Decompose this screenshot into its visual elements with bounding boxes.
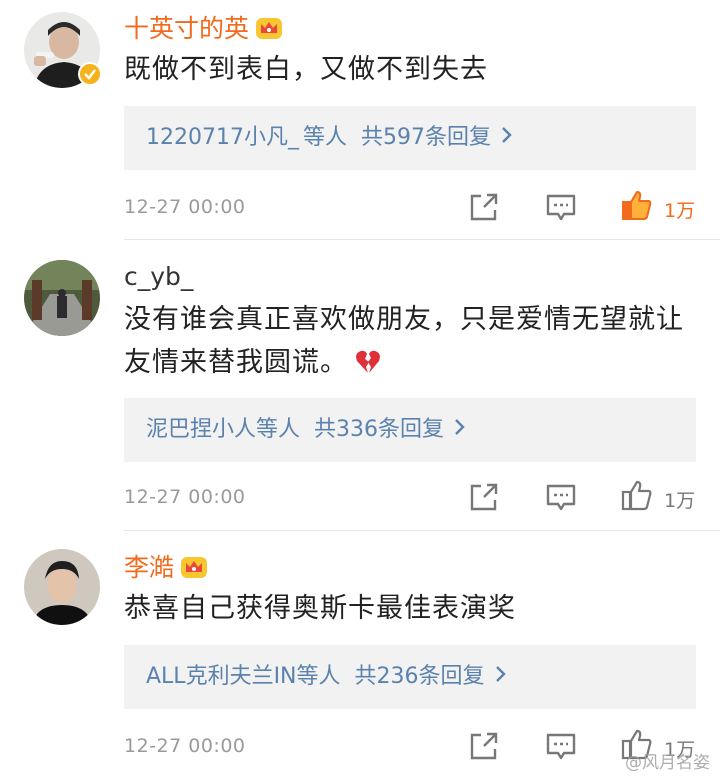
- share-icon[interactable]: [467, 729, 501, 763]
- reply-total[interactable]: 共336条回复: [314, 417, 444, 442]
- comment-icon[interactable]: [544, 190, 578, 224]
- avatar[interactable]: [24, 549, 100, 625]
- comment-text: 既做不到表白，又做不到失去: [124, 48, 684, 91]
- avatar[interactable]: [24, 260, 100, 336]
- verified-badge-icon: [78, 62, 102, 86]
- watermark-text: @风月名姿: [625, 753, 710, 773]
- reply-summary[interactable]: ALL克利夫兰IN等人 共236条回复: [124, 645, 696, 709]
- comment-text: 没有谁会真正喜欢做朋友，只是爱情无望就让友情来替我圆谎。: [124, 298, 684, 389]
- comment-icon[interactable]: [544, 480, 578, 514]
- reply-etc: 等人: [256, 417, 301, 442]
- comment-text-content: 既做不到表白，又做不到失去: [124, 54, 488, 85]
- username-text[interactable]: c_yb_: [124, 262, 193, 291]
- like-count: 1万: [664, 200, 696, 222]
- username-text[interactable]: 十英寸的英: [124, 14, 249, 43]
- comment-item: 李澔 恭喜自己获得奥斯卡最佳表演奖 ALL克利夫兰IN等人 共236条回复 12-…: [0, 531, 720, 779]
- crown-icon: [255, 15, 283, 41]
- comment-text-content: 恭喜自己获得奥斯卡最佳表演奖: [124, 593, 516, 624]
- reply-etc: 等人: [302, 125, 347, 150]
- username-text[interactable]: 李澔: [124, 553, 174, 582]
- reply-summary[interactable]: 1220717小凡_ 等人 共597条回复: [124, 106, 696, 170]
- like-count: 1万: [664, 490, 696, 512]
- comment-item: c_yb_ 没有谁会真正喜欢做朋友，只是爱情无望就让友情来替我圆谎。 泥巴捏小人…: [0, 240, 720, 532]
- comment-item: 十英寸的英 既做不到表白，又做不到失去 1220717小凡_ 等人 共597条回复 …: [0, 0, 720, 240]
- crown-icon: [180, 554, 208, 580]
- broken-heart-emoji: [354, 346, 382, 389]
- chevron-right-icon: [501, 106, 513, 170]
- reply-etc: 等人: [296, 664, 341, 689]
- comment-time: 12-27 00:00: [124, 486, 246, 508]
- reply-summary[interactable]: 泥巴捏小人等人 共336条回复: [124, 398, 696, 462]
- comment-time: 12-27 00:00: [124, 735, 246, 757]
- reply-users[interactable]: 泥巴捏小人: [146, 417, 256, 442]
- comment-icon[interactable]: [544, 729, 578, 763]
- reply-users[interactable]: 1220717小凡_: [146, 125, 299, 150]
- comment-text: 恭喜自己获得奥斯卡最佳表演奖: [124, 587, 684, 630]
- like-icon[interactable]: [620, 188, 654, 222]
- comment-text-content: 没有谁会真正喜欢做朋友，只是爱情无望就让友情来替我圆谎。: [124, 304, 684, 378]
- reply-total[interactable]: 共236条回复: [355, 664, 485, 689]
- username[interactable]: 李澔: [124, 553, 208, 583]
- reply-users[interactable]: ALL克利夫兰IN: [146, 664, 297, 689]
- like-icon[interactable]: [620, 478, 654, 512]
- chevron-right-icon: [495, 645, 507, 709]
- username[interactable]: c_yb_: [124, 262, 193, 292]
- username[interactable]: 十英寸的英: [124, 14, 283, 44]
- share-icon[interactable]: [467, 480, 501, 514]
- comment-time: 12-27 00:00: [124, 196, 246, 218]
- chevron-right-icon: [454, 398, 466, 462]
- reply-total[interactable]: 共597条回复: [361, 125, 491, 150]
- share-icon[interactable]: [467, 190, 501, 224]
